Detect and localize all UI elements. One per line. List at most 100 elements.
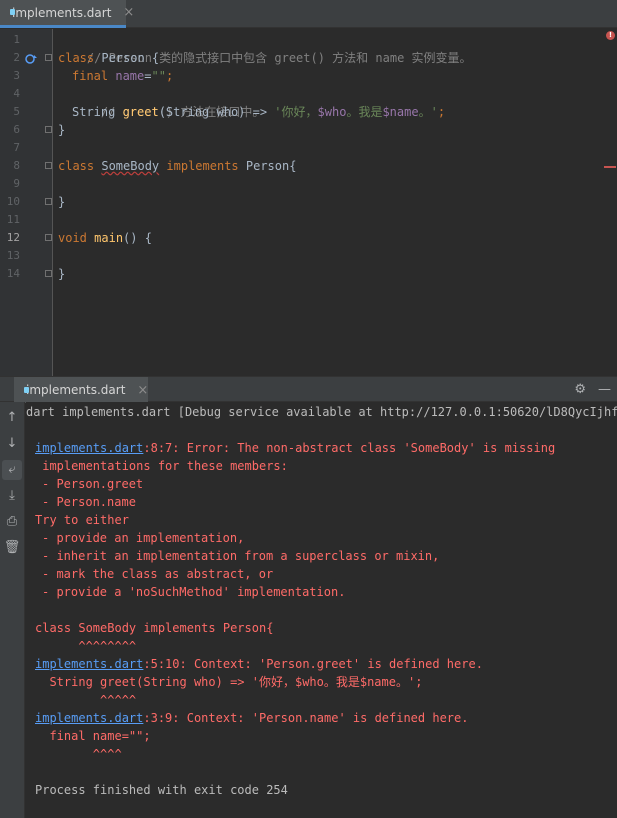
run-panel-actions: ⚙ — — [574, 382, 611, 397]
line-number-current: 12 — [6, 231, 20, 244]
line-number: 5 — [13, 105, 20, 118]
code-text: = — [144, 69, 152, 83]
console-line: final name=""; — [35, 729, 151, 743]
console-text: :5:10: Context: 'Person.greet' is define… — [143, 657, 483, 671]
error-indicator-icon[interactable]: ! — [606, 31, 615, 40]
print-icon[interactable]: ⎙ — [2, 512, 22, 532]
line-number: 13 — [6, 249, 20, 262]
console-text: :3:9: Context: 'Person.name' is defined … — [143, 711, 469, 725]
string-literal: 。' — [418, 105, 438, 119]
code-editor[interactable]: // Person 类的隐式接口中包含 greet() 方法和 name 实例变… — [53, 29, 617, 376]
interpolated-var: $name — [382, 105, 419, 119]
code-text: String — [72, 105, 123, 119]
keyword: void — [58, 231, 87, 245]
editor-tab-bar: implements.dart × — [0, 0, 617, 28]
code-text: ; — [165, 69, 174, 83]
editor-tab-implements-dart[interactable]: implements.dart × — [0, 0, 134, 28]
run-panel-header: implements.dart × ⚙ — — [0, 376, 617, 403]
code-text: Person{ — [238, 159, 297, 173]
console-line: Try to either — [35, 513, 129, 527]
keyword: class — [58, 51, 95, 65]
line-number: 9 — [13, 177, 20, 190]
code-line-1: // Person 类的隐式接口中包含 greet() 方法和 name 实例变… — [58, 31, 472, 65]
source-link[interactable]: implements.dart — [35, 441, 143, 455]
code-line-4: // greet() 方法在接口中。 — [72, 85, 264, 119]
line-number: 6 — [13, 123, 20, 136]
string-literal: 。我是 — [346, 105, 383, 119]
line-number: 7 — [13, 141, 20, 154]
field-name: name — [115, 69, 145, 83]
run-toolbar: ↑ ↓ ⤶ ⤓ ⎙ 🗑 — [0, 402, 25, 818]
keyword: implements — [166, 159, 239, 173]
code-line-2: class Person { — [58, 49, 159, 67]
code-text: Person { — [94, 51, 160, 65]
fold-marker-icon[interactable] — [45, 54, 52, 61]
fold-marker-icon[interactable] — [45, 126, 52, 133]
console-line: class SomeBody implements Person{ — [35, 621, 274, 635]
line-number: 3 — [13, 69, 20, 82]
console-line: - mark the class as abstract, or — [42, 567, 274, 581]
implemented-by-icon[interactable] — [24, 52, 38, 66]
fold-marker-icon[interactable] — [45, 162, 52, 169]
close-icon[interactable]: × — [123, 5, 134, 20]
keyword: final — [72, 69, 109, 83]
fold-marker-icon[interactable] — [45, 234, 52, 241]
line-number: 4 — [13, 87, 20, 100]
line-number: 11 — [6, 213, 20, 226]
console-output[interactable]: dart implements.dart [Debug service avai… — [26, 402, 617, 818]
console-line: - provide a 'noSuchMethod' implementatio… — [42, 585, 346, 599]
fold-marker-icon[interactable] — [45, 270, 52, 277]
console-caret-line: ^^^^ — [35, 747, 122, 761]
console-line: - inherit an implementation from a super… — [42, 549, 440, 563]
string-literal: '你好， — [274, 105, 318, 119]
console-line: implementations for these members: — [35, 459, 288, 473]
string-literal: "" — [151, 69, 166, 83]
console-command-line: dart implements.dart [Debug service avai… — [26, 405, 617, 419]
minimize-icon[interactable]: — — [598, 382, 611, 397]
line-number: 14 — [6, 267, 20, 280]
line-number: 10 — [6, 195, 20, 208]
console-exit-line: Process finished with exit code 254 — [35, 783, 288, 797]
fold-marker-icon[interactable] — [45, 198, 52, 205]
code-line-5: String greet(String who) => '你好，$who。我是$… — [72, 103, 445, 121]
code-text: ; — [437, 105, 446, 119]
code-line-10: } — [58, 195, 66, 209]
editor-tab-label: implements.dart — [12, 5, 112, 20]
console-context-line: implements.dart:5:10: Context: 'Person.g… — [35, 655, 483, 673]
console-error-line: implements.dart:8:7: Error: The non-abst… — [35, 439, 555, 457]
code-line-14: } — [58, 267, 66, 281]
console-caret-line: ^^^^^ — [35, 693, 137, 707]
error-class-name: SomeBody — [101, 159, 160, 173]
run-tab-label: implements.dart — [26, 383, 126, 397]
error-stripe-mark[interactable] — [604, 166, 616, 168]
soft-wrap-icon[interactable]: ⤶ — [2, 460, 22, 480]
code-text: (String who) => — [158, 105, 275, 119]
line-number: 2 — [13, 51, 20, 64]
console-line: - provide an implementation, — [42, 531, 245, 545]
console-context-line: implements.dart:3:9: Context: 'Person.na… — [35, 709, 468, 727]
down-arrow-icon[interactable]: ↓ — [2, 434, 22, 454]
close-icon[interactable]: × — [137, 383, 148, 398]
keyword: class — [58, 159, 95, 173]
console-caret-line: ^^^^^^^^ — [35, 639, 137, 653]
gear-icon[interactable]: ⚙ — [574, 382, 586, 397]
console-text: :8:7: Error: The non-abstract class 'Som… — [143, 441, 556, 455]
source-link[interactable]: implements.dart — [35, 711, 143, 725]
code-line-8: class SomeBody implements Person{ — [58, 157, 296, 175]
interpolated-var: $who — [317, 105, 347, 119]
console-line: - Person.name — [42, 495, 136, 509]
run-tab-implements-dart[interactable]: implements.dart × — [14, 377, 148, 403]
code-line-6: } — [58, 123, 66, 137]
code-text: () { — [123, 231, 152, 245]
scroll-to-end-icon[interactable]: ⤓ — [2, 486, 22, 506]
function-name: greet — [122, 105, 159, 119]
line-number: 8 — [13, 159, 20, 172]
up-arrow-icon[interactable]: ↑ — [2, 408, 22, 428]
code-line-3: final name=""; — [72, 67, 173, 85]
source-link[interactable]: implements.dart — [35, 657, 143, 671]
code-line-12: void main() { — [58, 229, 152, 247]
function-name: main — [94, 231, 124, 245]
console-line: String greet(String who) => '你好，$who。我是$… — [35, 675, 423, 689]
console-line: - Person.greet — [42, 477, 144, 491]
trash-icon[interactable]: 🗑 — [2, 538, 22, 558]
